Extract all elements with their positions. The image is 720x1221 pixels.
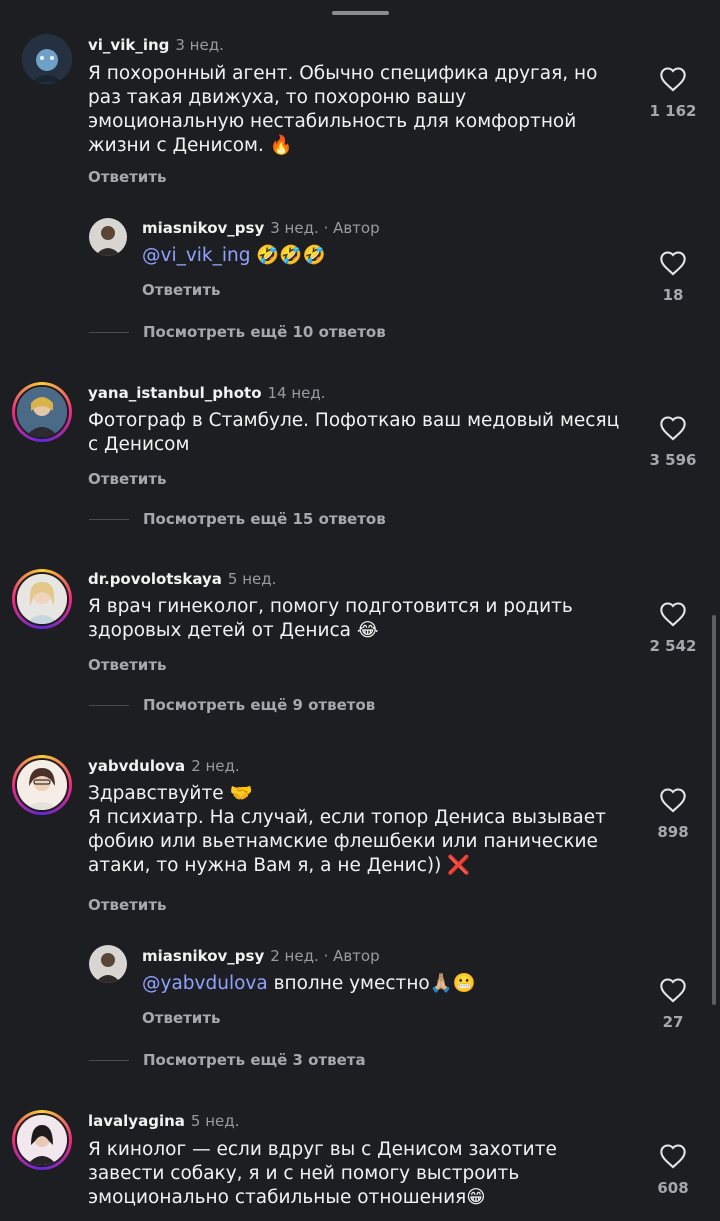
author-badge: · Автор: [323, 219, 380, 237]
comment-text: Я похоронный агент. Обычно специфика дру…: [88, 63, 598, 156]
username[interactable]: lavalyagina: [88, 1112, 185, 1130]
comment-meta: dr.povolotskaya 5 нед.: [88, 570, 276, 588]
heart-icon: [660, 1144, 686, 1169]
author-badge: · Автор: [323, 947, 380, 965]
comment-text: Я врач гинеколог, помогу подготовится и …: [88, 596, 573, 641]
mention-link[interactable]: @yabvdulova: [142, 973, 268, 994]
like-count: 27: [662, 1013, 684, 1031]
like-button[interactable]: 608: [625, 1143, 720, 1197]
comment-meta: vi_vik_ing 3 нед.: [88, 36, 224, 54]
like-count: 2 542: [649, 637, 697, 655]
reply-button[interactable]: Ответить: [142, 281, 221, 299]
username[interactable]: dr.povolotskaya: [88, 570, 222, 588]
username[interactable]: miasnikov_psy: [142, 947, 264, 965]
like-button[interactable]: 2 542: [625, 601, 720, 655]
timestamp: 3 нед.: [175, 36, 224, 54]
like-button[interactable]: 27: [625, 977, 720, 1031]
divider-line: [89, 704, 129, 706]
scrollbar[interactable]: [712, 615, 716, 1005]
username[interactable]: vi_vik_ing: [88, 36, 169, 54]
avatar[interactable]: [12, 755, 72, 815]
reply-button[interactable]: Ответить: [88, 656, 167, 674]
divider-line: [89, 331, 129, 333]
avatar[interactable]: [12, 1110, 72, 1170]
view-more-label: Посмотреть ещё 15 ответов: [143, 510, 386, 528]
avatar[interactable]: [12, 382, 72, 442]
timestamp: 5 нед.: [190, 1112, 240, 1130]
divider-line: [89, 1059, 129, 1061]
reply-body: 🤣🤣🤣: [250, 245, 326, 266]
reply-meta: miasnikov_psy 2 нед. · Автор: [142, 947, 380, 965]
view-more-label: Посмотреть ещё 9 ответов: [143, 696, 376, 714]
view-more-label: Посмотреть ещё 3 ответа: [143, 1051, 366, 1069]
view-more-replies[interactable]: Посмотреть ещё 10 ответов: [89, 323, 386, 341]
like-count: 18: [662, 286, 684, 304]
like-count: 608: [657, 1179, 689, 1197]
like-button[interactable]: 1 162: [625, 66, 720, 120]
like-count: 3 596: [649, 451, 697, 469]
like-count: 1 162: [649, 102, 697, 120]
reply-button[interactable]: Ответить: [88, 470, 167, 488]
view-more-replies[interactable]: Посмотреть ещё 9 ответов: [89, 696, 375, 714]
timestamp: 14 нед.: [267, 384, 326, 402]
heart-icon: [660, 788, 686, 813]
sheet-drag-handle[interactable]: [332, 11, 389, 15]
divider-line: [89, 518, 129, 520]
view-more-label: Посмотреть ещё 10 ответов: [143, 323, 386, 341]
timestamp: 2 нед.: [191, 757, 240, 775]
like-count: 898: [657, 823, 689, 841]
username[interactable]: yabvdulova: [88, 757, 185, 775]
heart-icon: [660, 67, 686, 92]
timestamp: 5 нед.: [227, 570, 277, 588]
reply-button[interactable]: Ответить: [88, 896, 167, 914]
comment-meta: yabvdulova 2 нед.: [88, 757, 240, 775]
reply-text: @vi_vik_ing 🤣🤣🤣: [142, 244, 602, 268]
timestamp: 3 нед.: [270, 219, 319, 237]
heart-icon: [660, 251, 686, 276]
like-button[interactable]: 3 596: [625, 415, 720, 469]
comment-meta: lavalyagina 5 нед.: [88, 1112, 239, 1130]
like-button[interactable]: 18: [625, 250, 720, 304]
comment-meta: yana_istanbul_photo 14 нед.: [88, 384, 326, 402]
avatar[interactable]: [12, 569, 72, 629]
reply-text: @yabvdulova вполне уместно🙏🏼😬: [142, 972, 602, 996]
reply-body: вполне уместно🙏🏼😬: [267, 973, 476, 994]
comment-text: Фотограф в Стамбуле. Пофоткаю ваш медовы…: [88, 410, 620, 455]
view-more-replies[interactable]: Посмотреть ещё 15 ответов: [89, 510, 386, 528]
username[interactable]: yana_istanbul_photo: [88, 384, 262, 402]
reply-button[interactable]: Ответить: [88, 168, 167, 186]
reply-button[interactable]: Ответить: [142, 1009, 221, 1027]
avatar[interactable]: [89, 218, 127, 256]
username[interactable]: miasnikov_psy: [142, 219, 264, 237]
heart-icon: [660, 978, 686, 1003]
comment-text: Здравствуйте 🤝 Я психиатр. На случай, ес…: [88, 783, 606, 876]
view-more-replies[interactable]: Посмотреть ещё 3 ответа: [89, 1051, 366, 1069]
heart-icon: [660, 416, 686, 441]
heart-icon: [660, 602, 686, 627]
avatar[interactable]: [22, 34, 72, 84]
like-button[interactable]: 898: [625, 787, 720, 841]
timestamp: 2 нед.: [270, 947, 319, 965]
reply-meta: miasnikov_psy 3 нед. · Автор: [142, 219, 380, 237]
mention-link[interactable]: @vi_vik_ing: [142, 245, 251, 266]
avatar[interactable]: [89, 945, 127, 983]
comment-text: Я кинолог — если вдруг вы с Денисом захо…: [88, 1139, 557, 1208]
